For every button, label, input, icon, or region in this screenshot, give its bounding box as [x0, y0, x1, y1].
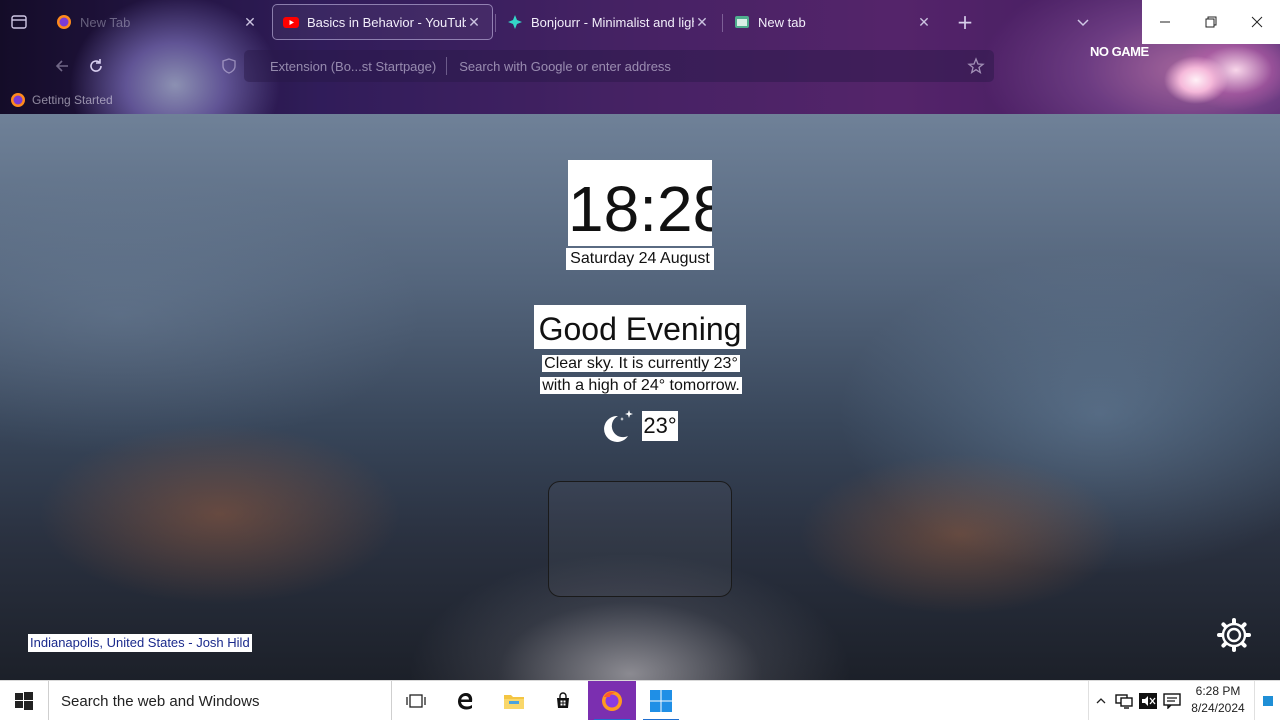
weather-description-line2: with a high of 24° tomorrow. — [540, 377, 742, 394]
close-tab-icon[interactable]: ✕ — [694, 14, 710, 30]
startpage-background: 18:28 Saturday 24 August Good Evening Cl… — [0, 114, 1280, 680]
store-icon[interactable] — [539, 681, 587, 720]
tab-title: Basics in Behavior - YouTube — [307, 14, 466, 30]
reload-icon[interactable] — [83, 53, 109, 79]
tracking-shield-icon[interactable] — [216, 53, 242, 79]
taskbar-clock[interactable]: 6:28 PM 8/24/2024 — [1184, 683, 1252, 717]
settings-gear-icon[interactable] — [1217, 618, 1251, 652]
anime-character-image — [1146, 40, 1280, 114]
file-explorer-icon[interactable] — [490, 681, 538, 720]
task-view-icon[interactable] — [392, 681, 440, 720]
bookmarks-toolbar: Getting Started — [0, 88, 1142, 114]
weather-widget: 23° — [598, 408, 682, 444]
photo-credit-link[interactable]: Indianapolis, United States - Josh Hild — [28, 634, 252, 652]
close-tab-icon[interactable]: ✕ — [916, 14, 932, 30]
back-arrow-icon[interactable] — [50, 53, 76, 79]
youtube-icon — [283, 14, 299, 30]
bookmark-getting-started[interactable]: Getting Started — [10, 92, 113, 108]
tab-strip: New Tab ✕ Basics in Behavior - YouTube ✕… — [0, 0, 1142, 44]
tab-new-tab-2[interactable]: New tab ✕ — [724, 4, 942, 40]
quick-link-tile[interactable] — [548, 481, 732, 597]
firefox-view-icon[interactable] — [8, 11, 30, 33]
window-controls — [1142, 0, 1280, 44]
browser-chrome: New Tab ✕ Basics in Behavior - YouTube ✕… — [0, 0, 1280, 114]
weather-description: Clear sky. It is currently 23° with a hi… — [530, 353, 752, 397]
show-desktop-icon[interactable] — [1254, 681, 1280, 720]
greeting-text: Good Evening — [534, 305, 746, 349]
close-window-icon[interactable] — [1234, 0, 1280, 44]
clock-time: 18:28 — [568, 160, 712, 246]
close-tab-icon[interactable]: ✕ — [466, 14, 482, 30]
edge-browser-icon[interactable] — [441, 681, 489, 720]
bonjourr-icon — [507, 14, 523, 30]
tab-separator — [722, 14, 723, 32]
firefox-taskbar-icon[interactable] — [588, 681, 636, 720]
taskbar-clock-date: 8/24/2024 — [1191, 701, 1245, 715]
windows-start-icon[interactable] — [0, 681, 48, 720]
navigation-toolbar: Extension (Bo...st Startpage) — [0, 44, 1142, 88]
current-temperature: 23° — [642, 411, 678, 441]
restore-icon[interactable] — [1188, 0, 1234, 44]
taskbar: 6:28 PM 8/24/2024 — [0, 680, 1280, 720]
moon-stars-icon — [598, 408, 638, 444]
tab-title: New tab — [758, 14, 806, 30]
volume-muted-icon[interactable] — [1136, 681, 1160, 720]
new-tab-plus-icon[interactable]: + — [954, 11, 976, 33]
tab-youtube[interactable]: Basics in Behavior - YouTube ✕ — [272, 4, 493, 40]
taskbar-search-input[interactable] — [61, 692, 381, 710]
tab-new-tab[interactable]: New Tab ✕ — [46, 4, 268, 40]
taskbar-clock-time: 6:28 PM — [1195, 684, 1241, 698]
show-hidden-icons-chevron-icon[interactable] — [1088, 681, 1112, 720]
address-bar[interactable]: Extension (Bo...st Startpage) — [244, 50, 994, 82]
weather-description-line1: Clear sky. It is currently 23° — [542, 355, 740, 372]
network-icon[interactable] — [1112, 681, 1136, 720]
minimize-icon[interactable] — [1142, 0, 1188, 44]
bookmark-star-icon[interactable] — [962, 52, 990, 80]
firefox-icon — [10, 92, 26, 108]
clock-date: Saturday 24 August — [566, 248, 714, 270]
list-all-tabs-chevron-icon[interactable] — [1072, 11, 1094, 33]
firefox-icon — [56, 14, 72, 30]
taskbar-search-box[interactable] — [48, 681, 392, 720]
url-input[interactable] — [459, 58, 962, 74]
tab-title: New Tab — [80, 14, 131, 30]
urlbar-separator — [446, 57, 448, 75]
newtab-icon — [734, 14, 750, 30]
extension-identity-label[interactable]: Extension (Bo...st Startpage) — [244, 59, 436, 74]
windows-11-app-icon[interactable] — [637, 681, 685, 720]
tab-title: Bonjourr - Minimalist and lightweight st… — [531, 14, 694, 30]
close-tab-icon[interactable]: ✕ — [242, 14, 258, 30]
action-center-message-icon[interactable] — [1160, 681, 1184, 720]
bookmark-label: Getting Started — [32, 93, 113, 107]
tab-separator — [495, 14, 496, 32]
tab-bonjourr[interactable]: Bonjourr - Minimalist and lightweight st… — [497, 4, 720, 40]
